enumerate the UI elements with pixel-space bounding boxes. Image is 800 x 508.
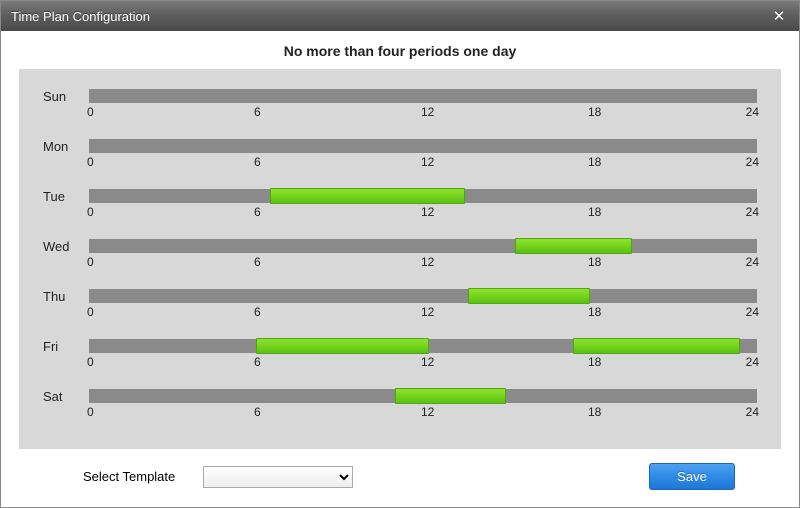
tick-label: 12 (421, 355, 434, 369)
tick-label: 12 (421, 405, 434, 419)
day-label: Sat (43, 389, 89, 405)
tick-label: 12 (421, 105, 434, 119)
tick-label: 0 (87, 355, 94, 369)
tick-label: 18 (588, 255, 601, 269)
tick-label: 0 (87, 155, 94, 169)
time-track[interactable] (89, 389, 757, 403)
time-track[interactable] (89, 239, 757, 253)
tick-label: 6 (254, 305, 261, 319)
tick-label: 0 (87, 305, 94, 319)
track-wrap: 0 6 12 18 24 (89, 239, 757, 273)
time-period[interactable] (256, 338, 429, 354)
day-label: Fri (43, 339, 89, 355)
day-label: Mon (43, 139, 89, 155)
tick-label: 6 (254, 255, 261, 269)
tick-row: 0 6 12 18 24 (89, 305, 757, 323)
tick-label: 24 (746, 155, 759, 169)
time-period[interactable] (515, 238, 632, 254)
day-row: Wed0 6 12 18 24 (43, 239, 757, 289)
tick-label: 24 (746, 255, 759, 269)
footer: Select Template Save (1, 449, 799, 490)
save-button[interactable]: Save (649, 463, 735, 490)
window-title: Time Plan Configuration (11, 9, 769, 24)
track-wrap: 0 6 12 18 24 (89, 289, 757, 323)
instruction-text: No more than four periods one day (1, 31, 799, 69)
tick-label: 6 (254, 355, 261, 369)
titlebar: Time Plan Configuration ✕ (1, 1, 799, 31)
track-wrap: 0 6 12 18 24 (89, 89, 757, 123)
tick-label: 0 (87, 105, 94, 119)
dialog-window: Time Plan Configuration ✕ No more than f… (0, 0, 800, 508)
tick-label: 6 (254, 105, 261, 119)
day-row: Sat0 6 12 18 24 (43, 389, 757, 439)
time-period[interactable] (468, 288, 590, 304)
day-label: Sun (43, 89, 89, 105)
day-row: Thu0 6 12 18 24 (43, 289, 757, 339)
tick-row: 0 6 12 18 24 (89, 205, 757, 223)
tick-label: 18 (588, 355, 601, 369)
tick-label: 18 (588, 105, 601, 119)
day-label: Wed (43, 239, 89, 255)
day-label: Thu (43, 289, 89, 305)
day-row: Tue0 6 12 18 24 (43, 189, 757, 239)
schedule-grid: Sun06121824Mon06121824Tue06121824Wed0612… (19, 69, 781, 449)
tick-label: 18 (588, 155, 601, 169)
track-wrap: 0 6 12 18 24 (89, 139, 757, 173)
tick-label: 6 (254, 155, 261, 169)
time-track[interactable] (89, 289, 757, 303)
close-icon[interactable]: ✕ (769, 6, 789, 26)
tick-label: 6 (254, 405, 261, 419)
day-row: Fri0 6 12 18 24 (43, 339, 757, 389)
tick-label: 24 (746, 105, 759, 119)
tick-label: 18 (588, 405, 601, 419)
template-select[interactable] (203, 466, 353, 488)
time-track[interactable] (89, 89, 757, 103)
tick-row: 0 6 12 18 24 (89, 405, 757, 423)
time-period[interactable] (270, 188, 465, 204)
tick-row: 0 6 12 18 24 (89, 355, 757, 373)
tick-row: 0 6 12 18 24 (89, 255, 757, 273)
tick-label: 12 (421, 155, 434, 169)
tick-label: 0 (87, 255, 94, 269)
tick-label: 24 (746, 205, 759, 219)
tick-label: 24 (746, 305, 759, 319)
time-period[interactable] (395, 388, 506, 404)
time-track[interactable] (89, 189, 757, 203)
tick-label: 12 (421, 305, 434, 319)
tick-label: 24 (746, 355, 759, 369)
tick-label: 0 (87, 405, 94, 419)
track-wrap: 0 6 12 18 24 (89, 189, 757, 223)
time-track[interactable] (89, 139, 757, 153)
track-wrap: 0 6 12 18 24 (89, 339, 757, 373)
tick-row: 0 6 12 18 24 (89, 105, 757, 123)
tick-label: 18 (588, 305, 601, 319)
tick-label: 0 (87, 205, 94, 219)
day-row: Sun0 6 12 18 24 (43, 89, 757, 139)
tick-label: 18 (588, 205, 601, 219)
day-row: Mon0 6 12 18 24 (43, 139, 757, 189)
tick-row: 0 6 12 18 24 (89, 155, 757, 173)
tick-label: 12 (421, 255, 434, 269)
tick-label: 24 (746, 405, 759, 419)
day-label: Tue (43, 189, 89, 205)
time-track[interactable] (89, 339, 757, 353)
select-template-label: Select Template (83, 469, 175, 484)
tick-label: 6 (254, 205, 261, 219)
track-wrap: 0 6 12 18 24 (89, 389, 757, 423)
tick-label: 12 (421, 205, 434, 219)
time-period[interactable] (573, 338, 740, 354)
